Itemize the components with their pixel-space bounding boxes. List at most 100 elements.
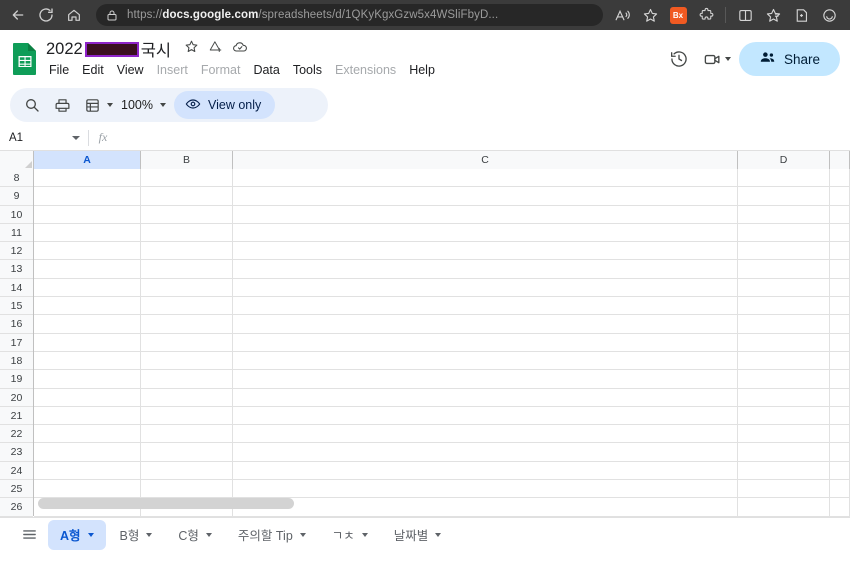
row-header[interactable]: 19: [0, 370, 33, 389]
grid-cell[interactable]: [34, 351, 141, 371]
grid-cell[interactable]: [233, 242, 738, 261]
sheet-tab-gc[interactable]: ㄱㅊ: [320, 520, 380, 550]
all-sheets-menu-icon[interactable]: [12, 520, 46, 550]
row-header[interactable]: 20: [0, 388, 33, 407]
row-header[interactable]: 14: [0, 278, 33, 298]
print-icon[interactable]: [48, 91, 76, 119]
grid-cell[interactable]: [141, 406, 233, 426]
grid-cell[interactable]: [141, 333, 233, 352]
grid-cell[interactable]: [830, 205, 850, 224]
filter-views-icon[interactable]: [78, 91, 106, 119]
back-button[interactable]: [4, 3, 32, 27]
grid-cell[interactable]: [830, 443, 850, 462]
grid-cell[interactable]: [830, 242, 850, 261]
grid-cell[interactable]: [233, 443, 738, 462]
grid-cell[interactable]: [141, 260, 233, 279]
formula-input[interactable]: [117, 125, 850, 150]
grid-cell[interactable]: [141, 370, 233, 389]
extensions-puzzle-icon[interactable]: [693, 3, 719, 27]
grid-cell[interactable]: [233, 461, 738, 481]
grid-cell[interactable]: [738, 406, 830, 426]
chevron-down-icon[interactable]: [299, 532, 306, 537]
grid-cell[interactable]: [738, 205, 830, 224]
menu-item-view[interactable]: View: [117, 63, 144, 77]
grid-cell[interactable]: [830, 278, 850, 298]
row-header[interactable]: 18: [0, 351, 33, 371]
row-header[interactable]: 15: [0, 297, 33, 316]
row-header[interactable]: 10: [0, 205, 33, 224]
grid-cell[interactable]: [830, 388, 850, 407]
horizontal-scrollbar-thumb[interactable]: [38, 498, 294, 509]
collections-icon[interactable]: [760, 3, 786, 27]
grid-cell[interactable]: [34, 388, 141, 407]
row-header[interactable]: 22: [0, 425, 33, 444]
grid-cell[interactable]: [830, 297, 850, 316]
grid-cell[interactable]: [141, 480, 233, 499]
grid-cell[interactable]: [233, 351, 738, 371]
favorite-star-icon[interactable]: [637, 3, 663, 27]
grid-cell[interactable]: [738, 169, 830, 188]
grid-cell[interactable]: [738, 278, 830, 298]
grid-cell[interactable]: [738, 461, 830, 481]
horizontal-scrollbar[interactable]: [34, 498, 850, 510]
grid-cell[interactable]: [738, 223, 830, 243]
search-icon[interactable]: [18, 91, 46, 119]
sheet-tab-tip[interactable]: 주의할 Tip: [226, 520, 318, 550]
grid-cell[interactable]: [34, 406, 141, 426]
menu-item-tools[interactable]: Tools: [293, 63, 322, 77]
grid-cell[interactable]: [233, 425, 738, 444]
sheet-tab-a[interactable]: A형: [48, 519, 106, 550]
grid-cell[interactable]: [141, 388, 233, 407]
row-header[interactable]: 23: [0, 443, 33, 462]
menu-item-insert[interactable]: Insert: [157, 63, 188, 77]
grid-cell[interactable]: [34, 370, 141, 389]
grid-cell[interactable]: [233, 260, 738, 279]
grid-cell[interactable]: [233, 187, 738, 206]
menu-item-help[interactable]: Help: [409, 63, 435, 77]
zoom-control[interactable]: 100%: [115, 98, 166, 112]
menu-item-edit[interactable]: Edit: [82, 63, 104, 77]
grid-cell[interactable]: [830, 169, 850, 188]
row-header[interactable]: 25: [0, 480, 33, 499]
row-header[interactable]: 17: [0, 333, 33, 352]
extension-orange-icon[interactable]: Bx: [665, 3, 691, 27]
grid-cell[interactable]: [830, 351, 850, 371]
grid-cell[interactable]: [830, 315, 850, 334]
column-header-b[interactable]: B: [141, 151, 233, 169]
grid-cell[interactable]: [141, 242, 233, 261]
grid-cell[interactable]: [233, 278, 738, 298]
select-all-corner[interactable]: [0, 151, 34, 169]
profile-icon[interactable]: [816, 3, 842, 27]
grid-cell[interactable]: [233, 388, 738, 407]
grid-cell[interactable]: [34, 333, 141, 352]
sheet-tab-bydate[interactable]: 날짜별: [382, 520, 454, 550]
grid-cell[interactable]: [141, 169, 233, 188]
reload-button[interactable]: [32, 3, 60, 27]
row-header[interactable]: 16: [0, 315, 33, 334]
grid-cell[interactable]: [830, 260, 850, 279]
grid-cell[interactable]: [34, 315, 141, 334]
grid-cell[interactable]: [830, 461, 850, 481]
chevron-down-icon[interactable]: [435, 532, 442, 537]
chevron-down-icon[interactable]: [205, 532, 212, 537]
menu-item-data[interactable]: Data: [253, 63, 279, 77]
grid-cell[interactable]: [830, 223, 850, 243]
grid-cell[interactable]: [141, 223, 233, 243]
share-button[interactable]: Share: [738, 42, 840, 76]
grid-cell[interactable]: [34, 425, 141, 444]
grid-cell[interactable]: [141, 205, 233, 224]
grid-cell[interactable]: [34, 205, 141, 224]
row-header[interactable]: 11: [0, 223, 33, 243]
grid-cell[interactable]: [34, 260, 141, 279]
google-sheets-logo[interactable]: [10, 40, 40, 78]
row-header[interactable]: 13: [0, 260, 33, 279]
chevron-down-icon[interactable]: [361, 532, 368, 537]
grid-cell[interactable]: [830, 370, 850, 389]
grid-cell[interactable]: [233, 370, 738, 389]
grid-cell[interactable]: [738, 370, 830, 389]
meet-camera-button[interactable]: [701, 43, 733, 75]
grid-cell[interactable]: [738, 351, 830, 371]
grid-cell[interactable]: [34, 242, 141, 261]
column-header-a[interactable]: A: [34, 151, 141, 169]
chevron-down-icon[interactable]: [87, 532, 94, 537]
